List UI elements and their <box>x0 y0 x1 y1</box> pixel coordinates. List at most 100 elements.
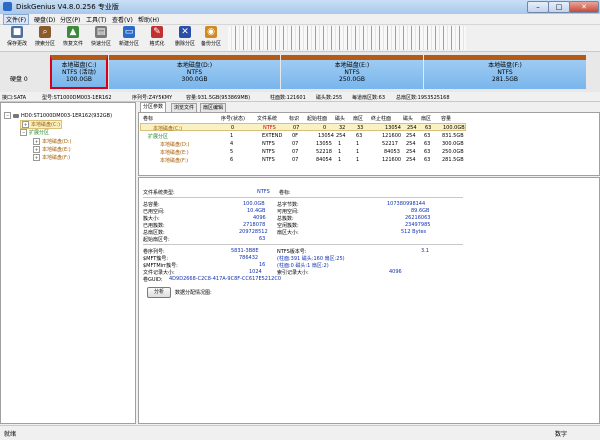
col-header: 磁头 <box>335 116 346 122</box>
tab-sector-edit[interactable]: 扇区编辑 <box>200 103 227 112</box>
cell-head: 1 <box>338 157 342 163</box>
cell-start-cyl: 84054 <box>316 157 332 163</box>
collapse-icon[interactable]: − <box>4 112 11 119</box>
backup-partition-button[interactable]: ◉ 备份分区 <box>198 26 224 50</box>
cell-label: 本地磁盘(F:) <box>160 158 189 164</box>
menu-view[interactable]: 查看(V) <box>110 15 135 24</box>
table-row[interactable]: 本地磁盘(C:) 0 NTFS 07 0 32 33 13054 254 63 … <box>140 123 466 132</box>
tree-item-extended[interactable]: − 扩展分区 <box>20 129 49 136</box>
detail-label: 卷GUID: <box>143 277 163 283</box>
col-header: 扇区 <box>353 116 364 122</box>
search-partition-label: 搜索分区 <box>34 41 55 47</box>
detail-label: $MFTMirr簇号: <box>143 263 178 269</box>
title-bar: DiskGenius V4.8.0.256 专业版 – □ ✕ <box>0 0 600 15</box>
table-row[interactable]: 本地磁盘(D:) 4 NTFS 07 13055 1 1 52217 254 6… <box>140 140 466 148</box>
menu-tools[interactable]: 工具(T) <box>84 15 108 24</box>
cell-head: 254 <box>406 141 416 147</box>
capacity-info: 容量:931.5GB(953869MB) <box>186 95 251 101</box>
cell-end-cyl: 121600 <box>382 133 402 139</box>
cell-head: 1 <box>338 149 342 155</box>
cell-sector: 1 <box>356 141 360 147</box>
total-sectors-info: 总扇区数:1953525168 <box>396 95 450 101</box>
cell-id: 07 <box>292 157 299 163</box>
col-header: 磁头 <box>403 116 414 122</box>
col-header: 卷标 <box>143 116 154 122</box>
partition-name: 本地磁盘(D:) <box>176 62 213 69</box>
partition-fs: NTFS (活动) <box>62 69 96 76</box>
cell-label: 扩展分区 <box>148 134 169 140</box>
cell-id: 07 <box>292 141 299 147</box>
detail-value: 4D9D2668-C2C8-417A-9C8F-CC617E5212C0 <box>169 276 282 282</box>
partition-block-f[interactable]: 本地磁盘(F:) NTFS 281.5GB <box>424 55 586 89</box>
detail-label: 索引记录大小: <box>277 270 309 276</box>
analyze-button[interactable]: 分析 <box>147 287 171 298</box>
cell-end-cyl: 84053 <box>384 149 400 155</box>
tab-browse-files[interactable]: 浏览文件 <box>171 103 198 112</box>
format-button[interactable]: ✎ 格式化 <box>144 26 170 50</box>
cell-index: 1 <box>230 133 234 139</box>
detail-label: 扇区大小: <box>277 230 299 236</box>
detail-value: 10.4GB <box>247 208 266 214</box>
menu-disk[interactable]: 硬盘(D) <box>32 15 57 24</box>
fs-type-value: NTFS <box>257 189 270 195</box>
cell-id: 0F <box>292 133 299 139</box>
menu-file[interactable]: 文件(F) <box>3 14 30 25</box>
detail-label: 文件记录大小: <box>143 270 175 276</box>
menu-bar: 文件(F) 硬盘(D) 分区(P) 工具(T) 查看(V) 帮助(H) <box>0 14 600 25</box>
partition-block-e[interactable]: 本地磁盘(E:) NTFS 250.0GB <box>281 55 423 89</box>
collapse-icon[interactable]: − <box>20 129 27 136</box>
expand-icon[interactable]: + <box>33 154 40 161</box>
partition-size: 250.0GB <box>339 76 365 83</box>
detail-value: 107380998144 <box>387 201 426 207</box>
search-partition-button[interactable]: ⌕ 搜索分区 <box>32 26 58 50</box>
expand-icon[interactable]: + <box>22 121 29 128</box>
partition-name: 本地磁盘(C:) <box>61 62 97 69</box>
detail-label: 已用空间: <box>143 209 165 215</box>
tree-c-label: 本地磁盘(C:) <box>31 122 61 128</box>
app-icon <box>3 2 12 11</box>
cell-fs: NTFS <box>262 149 275 155</box>
allocation-map-label: 数据分配情况图: <box>175 290 212 296</box>
table-row[interactable]: 本地磁盘(F:) 6 NTFS 07 84054 1 1 121600 254 … <box>140 156 466 164</box>
tab-partition-params[interactable]: 分区参数 <box>140 102 167 112</box>
maximize-button[interactable]: □ <box>548 1 570 13</box>
tree-item-e[interactable]: + 本地磁盘(E:) <box>33 146 71 153</box>
table-row[interactable]: 扩展分区 1 EXTEND 0F 13054 254 63 121600 254… <box>140 132 466 140</box>
expand-icon[interactable]: + <box>33 146 40 153</box>
table-row[interactable]: 本地磁盘(E:) 5 NTFS 07 52218 1 1 84053 254 6… <box>140 148 466 156</box>
cell-index: 6 <box>230 157 234 163</box>
delete-partition-button[interactable]: ✕ 删除分区 <box>172 26 198 50</box>
menu-partition[interactable]: 分区(P) <box>58 15 82 24</box>
disk-info-line: 接口:SATA 型号:ST1000DM003-1ER162 序列号:Z4Y5KM… <box>0 92 600 102</box>
col-header: 扇区 <box>421 116 432 122</box>
tree-item-d[interactable]: + 本地磁盘(D:) <box>33 138 71 145</box>
tree-item-c[interactable]: + 本地磁盘(C:) <box>20 120 63 129</box>
detail-value: 26216063 <box>405 215 431 221</box>
tree-item-f[interactable]: + 本地磁盘(F:) <box>33 154 70 161</box>
detail-label: (柱面:0 磁头:1 扇区:2) <box>277 263 329 269</box>
menu-help[interactable]: 帮助(H) <box>136 15 161 24</box>
quick-partition-button[interactable]: ▤ 快速分区 <box>88 26 114 50</box>
tree-f-label: 本地磁盘(F:) <box>42 155 71 161</box>
new-partition-button[interactable]: ▭ 新建分区 <box>116 26 142 50</box>
partition-block-d[interactable]: 本地磁盘(D:) NTFS 300.0GB <box>109 55 280 89</box>
backup-partition-label: 备份分区 <box>200 41 221 47</box>
partition-block-c[interactable]: 本地磁盘(C:) NTFS (活动) 100.0GB <box>50 55 108 89</box>
detail-value: 4096 <box>253 215 266 221</box>
partition-fs: NTFS <box>344 69 360 76</box>
tree-item-disk[interactable]: − HD0:ST1000DM003-1ER162(932GB) <box>4 112 112 119</box>
cell-start-cyl: 0 <box>323 125 327 131</box>
disk-map: 硬盘 0 本地磁盘(C:) NTFS (活动) 100.0GB 本地磁盘(D:)… <box>0 52 600 93</box>
recover-files-button[interactable]: ▲ 恢复文件 <box>60 26 86 50</box>
expand-icon[interactable]: + <box>33 138 40 145</box>
minimize-button[interactable]: – <box>527 1 549 13</box>
toolbar: ■ 保存更改 ⌕ 搜索分区 ▲ 恢复文件 ▤ 快速分区 ▭ 新建分区 ✎ 格式化… <box>0 25 600 52</box>
cell-sector: 33 <box>357 125 364 131</box>
close-button[interactable]: ✕ <box>569 1 599 13</box>
detail-value: 16 <box>259 262 266 268</box>
cell-head: 254 <box>336 133 346 139</box>
cell-sector: 63 <box>424 149 431 155</box>
search-icon: ⌕ <box>39 26 51 38</box>
cell-capacity: 250.0GB <box>442 149 464 155</box>
save-changes-button[interactable]: ■ 保存更改 <box>4 26 30 50</box>
